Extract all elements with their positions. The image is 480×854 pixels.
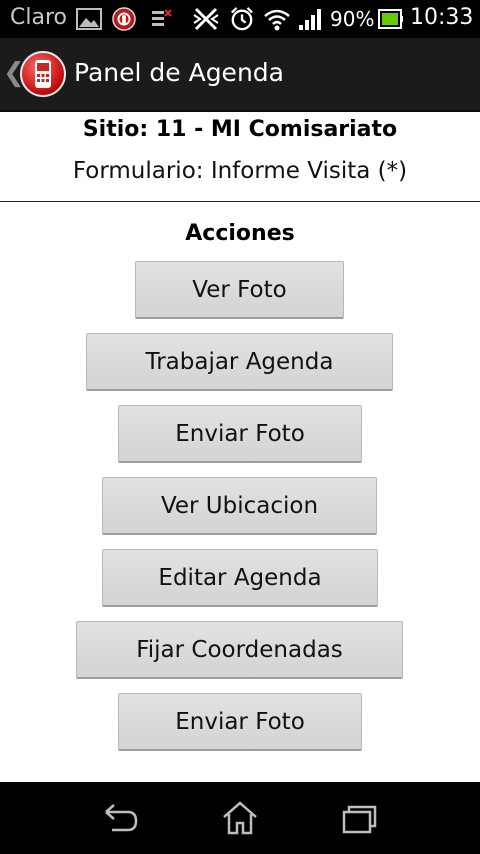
trabajar-agenda-button[interactable]: Trabajar Agenda [86,333,393,391]
form-subtitle: Formulario: Informe Visita (*) [72,158,408,184]
ver-foto-button[interactable]: Ver Foto [135,261,344,319]
app-notification-icon [112,7,136,31]
actions-heading: Acciones [185,221,295,246]
enviar-foto-button-2[interactable]: Enviar Foto [118,693,362,751]
wifi-icon [264,9,290,31]
ver-ubicacion-button[interactable]: Ver Ubicacion [102,477,377,535]
divider [0,201,480,202]
site-title: Sitio: 11 - MI Comisariato [82,117,398,142]
editar-agenda-button[interactable]: Editar Agenda [102,549,378,607]
battery-percent: 90% [330,7,375,31]
recent-apps-icon[interactable] [340,800,380,836]
app-logo-icon [20,51,66,97]
action-bar: ❮ Panel de Agenda [0,38,480,112]
fijar-coordenadas-button[interactable]: Fijar Coordenadas [76,621,403,679]
signal-data-notification-icon [152,9,172,26]
nfc-off-icon [193,7,219,31]
clock: 10:33 [410,5,474,30]
carrier-name: Claro [10,5,67,30]
battery-icon [378,9,403,29]
action-bar-title: Panel de Agenda [74,58,284,87]
enviar-foto-button[interactable]: Enviar Foto [118,405,362,463]
home-icon[interactable] [220,800,260,836]
status-bar: Claro 90% 10:33 [0,0,480,38]
navigation-bar [0,782,480,854]
back-icon[interactable] [100,800,140,836]
gallery-notification-icon [76,8,102,30]
cell-signal-icon [299,9,321,30]
alarm-icon [231,7,253,31]
